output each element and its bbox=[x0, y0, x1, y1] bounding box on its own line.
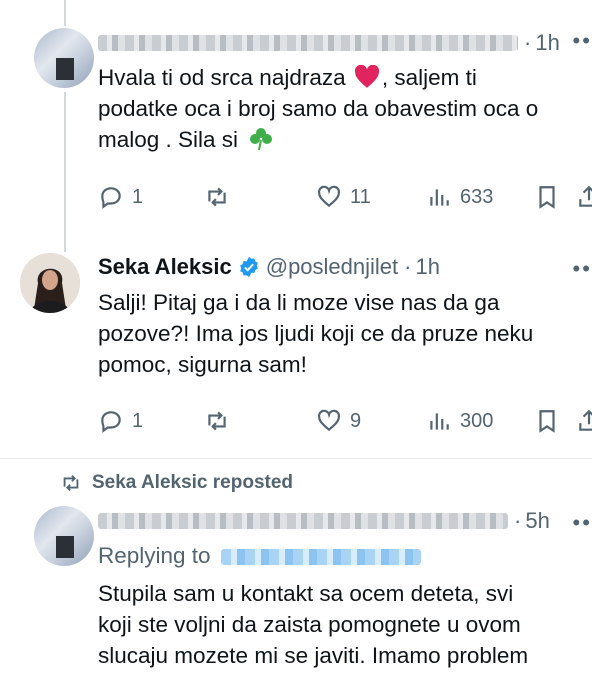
profile-photo bbox=[20, 253, 80, 313]
tweet-header: · 5h bbox=[98, 506, 550, 536]
replying-to: Replying to bbox=[98, 540, 421, 571]
views-icon bbox=[430, 413, 449, 430]
bookmark-button[interactable] bbox=[534, 182, 560, 212]
avatar[interactable] bbox=[34, 28, 94, 88]
blurred-username[interactable] bbox=[98, 35, 518, 51]
tweet-line: malog . Sila si bbox=[98, 124, 538, 155]
retweet-icon bbox=[208, 411, 226, 431]
bookmark-button[interactable] bbox=[534, 406, 560, 436]
like-count: 11 bbox=[350, 185, 371, 208]
tweet-actions: 1 11 633 bbox=[98, 182, 592, 212]
tweet-line: Stupila sam u kontakt sa ocem deteta, sv… bbox=[98, 581, 514, 606]
views-icon bbox=[430, 189, 449, 206]
verified-icon bbox=[239, 256, 258, 278]
reply-icon bbox=[101, 187, 121, 209]
clover-emoji-icon bbox=[250, 128, 273, 151]
tweet-line: slucaju mozete mi se javiti. Imamo probl… bbox=[98, 643, 529, 668]
retweet-icon bbox=[63, 475, 79, 491]
reply-button[interactable]: 1 bbox=[98, 182, 143, 212]
tweet-line: koji ste voljni da zaista pomognete u ov… bbox=[98, 612, 521, 637]
tweet-header: · 1h bbox=[98, 28, 560, 58]
tweet-time[interactable]: 5h bbox=[525, 508, 549, 534]
tweet-text: Stupila sam u kontakt sa ocem deteta, sv… bbox=[98, 578, 528, 671]
tweet-divider bbox=[0, 458, 592, 459]
views-button[interactable]: 300 bbox=[426, 406, 493, 436]
display-name[interactable]: Seka Aleksic bbox=[98, 254, 232, 280]
avatar[interactable] bbox=[34, 506, 94, 566]
like-icon bbox=[318, 409, 340, 432]
views-count: 300 bbox=[460, 409, 494, 432]
reply-count: 1 bbox=[132, 185, 144, 208]
reply-count: 1 bbox=[132, 409, 144, 432]
tweet-time[interactable]: 1h bbox=[415, 254, 439, 280]
share-icon bbox=[579, 185, 592, 207]
like-count: 9 bbox=[350, 409, 362, 432]
tweet-text: Hvala ti od srca najdraza , saljem ti po… bbox=[98, 62, 538, 155]
share-button[interactable] bbox=[576, 182, 592, 212]
replying-to-label: Replying to bbox=[98, 543, 211, 568]
tweet-actions: 1 9 300 bbox=[98, 406, 592, 436]
time-separator: · bbox=[524, 30, 532, 55]
tweet-line: Salji! Pitaj ga i da li moze vise nas da… bbox=[98, 290, 500, 315]
like-icon bbox=[318, 185, 340, 208]
retweet-button[interactable] bbox=[204, 182, 230, 212]
thread-line-top bbox=[64, 0, 66, 26]
time-separator: · bbox=[514, 508, 522, 533]
thread-line-mid bbox=[64, 92, 66, 242]
blurred-username[interactable] bbox=[98, 513, 508, 529]
bookmark-icon bbox=[539, 410, 555, 433]
share-button[interactable] bbox=[576, 406, 592, 436]
reply-button[interactable]: 1 bbox=[98, 406, 143, 436]
repost-banner[interactable]: Seka Aleksic reposted bbox=[60, 472, 293, 494]
more-icon[interactable]: • • bbox=[572, 256, 589, 282]
views-count: 633 bbox=[460, 185, 494, 208]
tweet-line: pomoc, sigurna sam! bbox=[98, 352, 307, 377]
thread-line-connector bbox=[64, 230, 66, 252]
share-icon bbox=[579, 409, 592, 431]
tweet-line: pozove?! Ima jos ljudi koji ce da pruze … bbox=[98, 321, 534, 346]
reply-icon bbox=[101, 411, 121, 433]
avatar-seka-aleksic[interactable] bbox=[20, 253, 80, 313]
tweet-text: Salji! Pitaj ga i da li moze vise nas da… bbox=[98, 287, 533, 380]
tweet-line: Hvala ti od srca najdraza , saljem ti bbox=[98, 64, 477, 90]
bookmark-icon bbox=[539, 186, 555, 209]
retweet-button[interactable] bbox=[204, 406, 230, 436]
like-button[interactable]: 9 bbox=[316, 406, 361, 436]
like-button[interactable]: 11 bbox=[316, 182, 371, 212]
repost-label: Seka Aleksic reposted bbox=[92, 472, 294, 493]
user-handle[interactable]: @poslednjilet bbox=[266, 254, 398, 280]
blurred-mention[interactable] bbox=[220, 549, 421, 566]
tweet-time[interactable]: 1h bbox=[535, 30, 559, 56]
heart-emoji-icon bbox=[354, 64, 379, 88]
more-icon[interactable]: • • bbox=[572, 28, 589, 54]
more-icon[interactable]: • • bbox=[572, 510, 589, 536]
time-separator: · bbox=[404, 254, 412, 279]
views-button[interactable]: 633 bbox=[426, 182, 493, 212]
retweet-icon bbox=[208, 187, 226, 207]
tweet-line: podatke oca i broj samo da obavestim oca… bbox=[98, 96, 539, 121]
tweet-header: Seka Aleksic @poslednjilet · 1h bbox=[98, 252, 440, 282]
